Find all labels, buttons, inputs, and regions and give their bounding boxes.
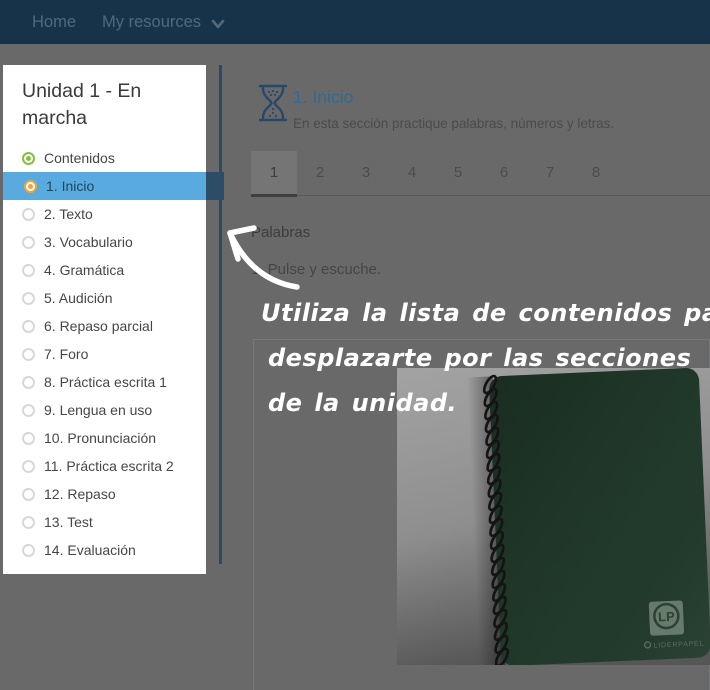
item-label: 11. Práctica escrita 2 [44,458,174,474]
item-label: 8. Práctica escrita 1 [44,374,167,390]
tip-line-2: desplazarte por las secciones [268,336,710,381]
sidebar-item-repaso-parcial[interactable]: 6. Repaso parcial [22,312,206,340]
radio-icon [22,516,35,529]
sidebar-item-audicion[interactable]: 5. Audición [22,284,206,312]
pagination-tabs: 1 2 3 4 5 6 7 8 [251,151,619,195]
page-tab-5[interactable]: 5 [435,151,481,195]
radio-icon [22,376,35,389]
radio-active-icon [24,180,37,193]
radio-icon [22,236,35,249]
page-tab-7[interactable]: 7 [527,151,573,195]
sidebar-item-vocabulario[interactable]: 3. Vocabulario [22,228,206,256]
item-label: 5. Audición [44,290,113,306]
sidebar-item-inicio[interactable]: 1. Inicio [3,172,206,200]
sidebar-item-practica-escrita-1[interactable]: 8. Práctica escrita 1 [22,368,206,396]
nav-my-resources-label: My resources [102,13,201,32]
radio-icon [22,208,35,221]
sidebar-item-texto[interactable]: 2. Texto [22,200,206,228]
item-label: 12. Repaso [44,486,116,502]
section-title: 1. Inicio [293,87,353,108]
page-tab-2[interactable]: 2 [297,151,343,195]
section-description: En esta sección practique palabras, núme… [293,116,614,131]
sidebar-item-foro[interactable]: 7. Foro [22,340,206,368]
tabs-divider [251,195,710,196]
radio-icon [22,348,35,361]
sidebar-item-test[interactable]: 13. Test [22,508,206,536]
radio-icon [22,432,35,445]
sidebar-item-repaso[interactable]: 12. Repaso [22,480,206,508]
item-label: 3. Vocabulario [44,234,133,250]
radio-icon [22,544,35,557]
svg-text:LP: LP [658,609,676,625]
sidebar-item-evaluacion[interactable]: 14. Evaluación [22,536,206,564]
chevron-down-icon [211,19,225,29]
radio-icon [22,488,35,501]
page-tab-1[interactable]: 1 [251,151,297,195]
item-label: 4. Gramática [44,262,124,278]
item-label: 9. Lengua en uso [44,402,152,418]
item-label: 1. Inicio [46,178,94,194]
active-tab-underline [251,194,297,197]
page-tab-4[interactable]: 4 [389,151,435,195]
radio-icon [22,264,35,277]
tour-arrow-icon [210,213,320,303]
sidebar-item-gramatica[interactable]: 4. Gramática [22,256,206,284]
item-label: 14. Evaluación [44,542,136,558]
nav-home[interactable]: Home [32,13,76,32]
item-label: 2. Texto [44,206,93,222]
item-label: 10. Pronunciación [44,430,156,446]
item-label: 13. Test [44,514,93,530]
tour-tip-text: Utiliza la lista de contenidos para desp… [261,291,710,426]
sidebar-item-pronunciacion[interactable]: 10. Pronunciación [22,424,206,452]
sidebar-item-practica-escrita-2[interactable]: 11. Práctica escrita 2 [22,452,206,480]
selected-row-dimmed-stub [206,172,224,200]
sidebar-border-line [219,65,222,564]
unit-contents-panel: Unidad 1 - En marcha Contenidos 1. Inici… [3,65,206,574]
contents-list: Contenidos 1. Inicio 2. Texto 3. Vocabul… [22,144,206,564]
radio-icon [22,460,35,473]
item-label: Contenidos [44,150,115,166]
item-label: 6. Repaso parcial [44,318,153,334]
tip-line-1: Utiliza la lista de contenidos para [261,291,710,336]
sidebar-item-contenidos[interactable]: Contenidos [22,144,206,172]
unit-title: Unidad 1 - En marcha [22,78,177,132]
hourglass-icon [255,83,291,123]
item-label: 7. Foro [44,346,88,362]
radio-icon [22,292,35,305]
tip-line-3: de la unidad. [268,381,710,426]
page-tab-6[interactable]: 6 [481,151,527,195]
nav-my-resources[interactable]: My resources [102,13,225,32]
sidebar-item-lengua-en-uso[interactable]: 9. Lengua en uso [22,396,206,424]
page-tab-8[interactable]: 8 [573,151,619,195]
radio-icon [22,404,35,417]
screen: Home My resources 1. Inicio En esta secc… [0,0,710,690]
page-tab-3[interactable]: 3 [343,151,389,195]
radio-done-icon [22,152,35,165]
top-navbar: Home My resources [0,0,710,44]
radio-icon [22,320,35,333]
